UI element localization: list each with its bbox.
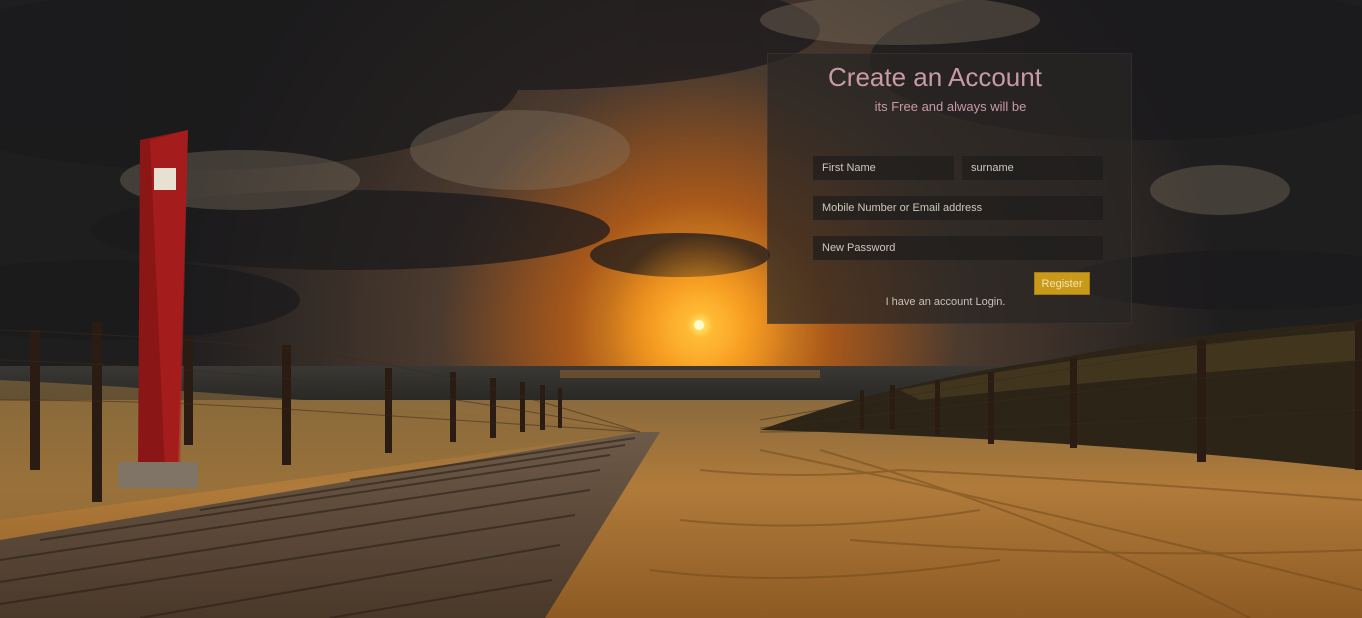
new-password-input[interactable] <box>813 236 1103 260</box>
mobile-email-input[interactable] <box>813 196 1103 220</box>
page-subtitle: its Free and always will be <box>874 99 1027 114</box>
register-button[interactable]: Register <box>1034 272 1090 295</box>
login-link[interactable]: I have an account Login. <box>768 296 1123 308</box>
signup-panel: Create an Account its Free and always wi… <box>767 53 1132 324</box>
surname-input[interactable] <box>962 156 1103 180</box>
sunset-beach-scene <box>0 0 1362 618</box>
first-name-input[interactable] <box>813 156 954 180</box>
page-title: Create an Account <box>828 62 1042 92</box>
background-photo <box>0 0 1362 618</box>
